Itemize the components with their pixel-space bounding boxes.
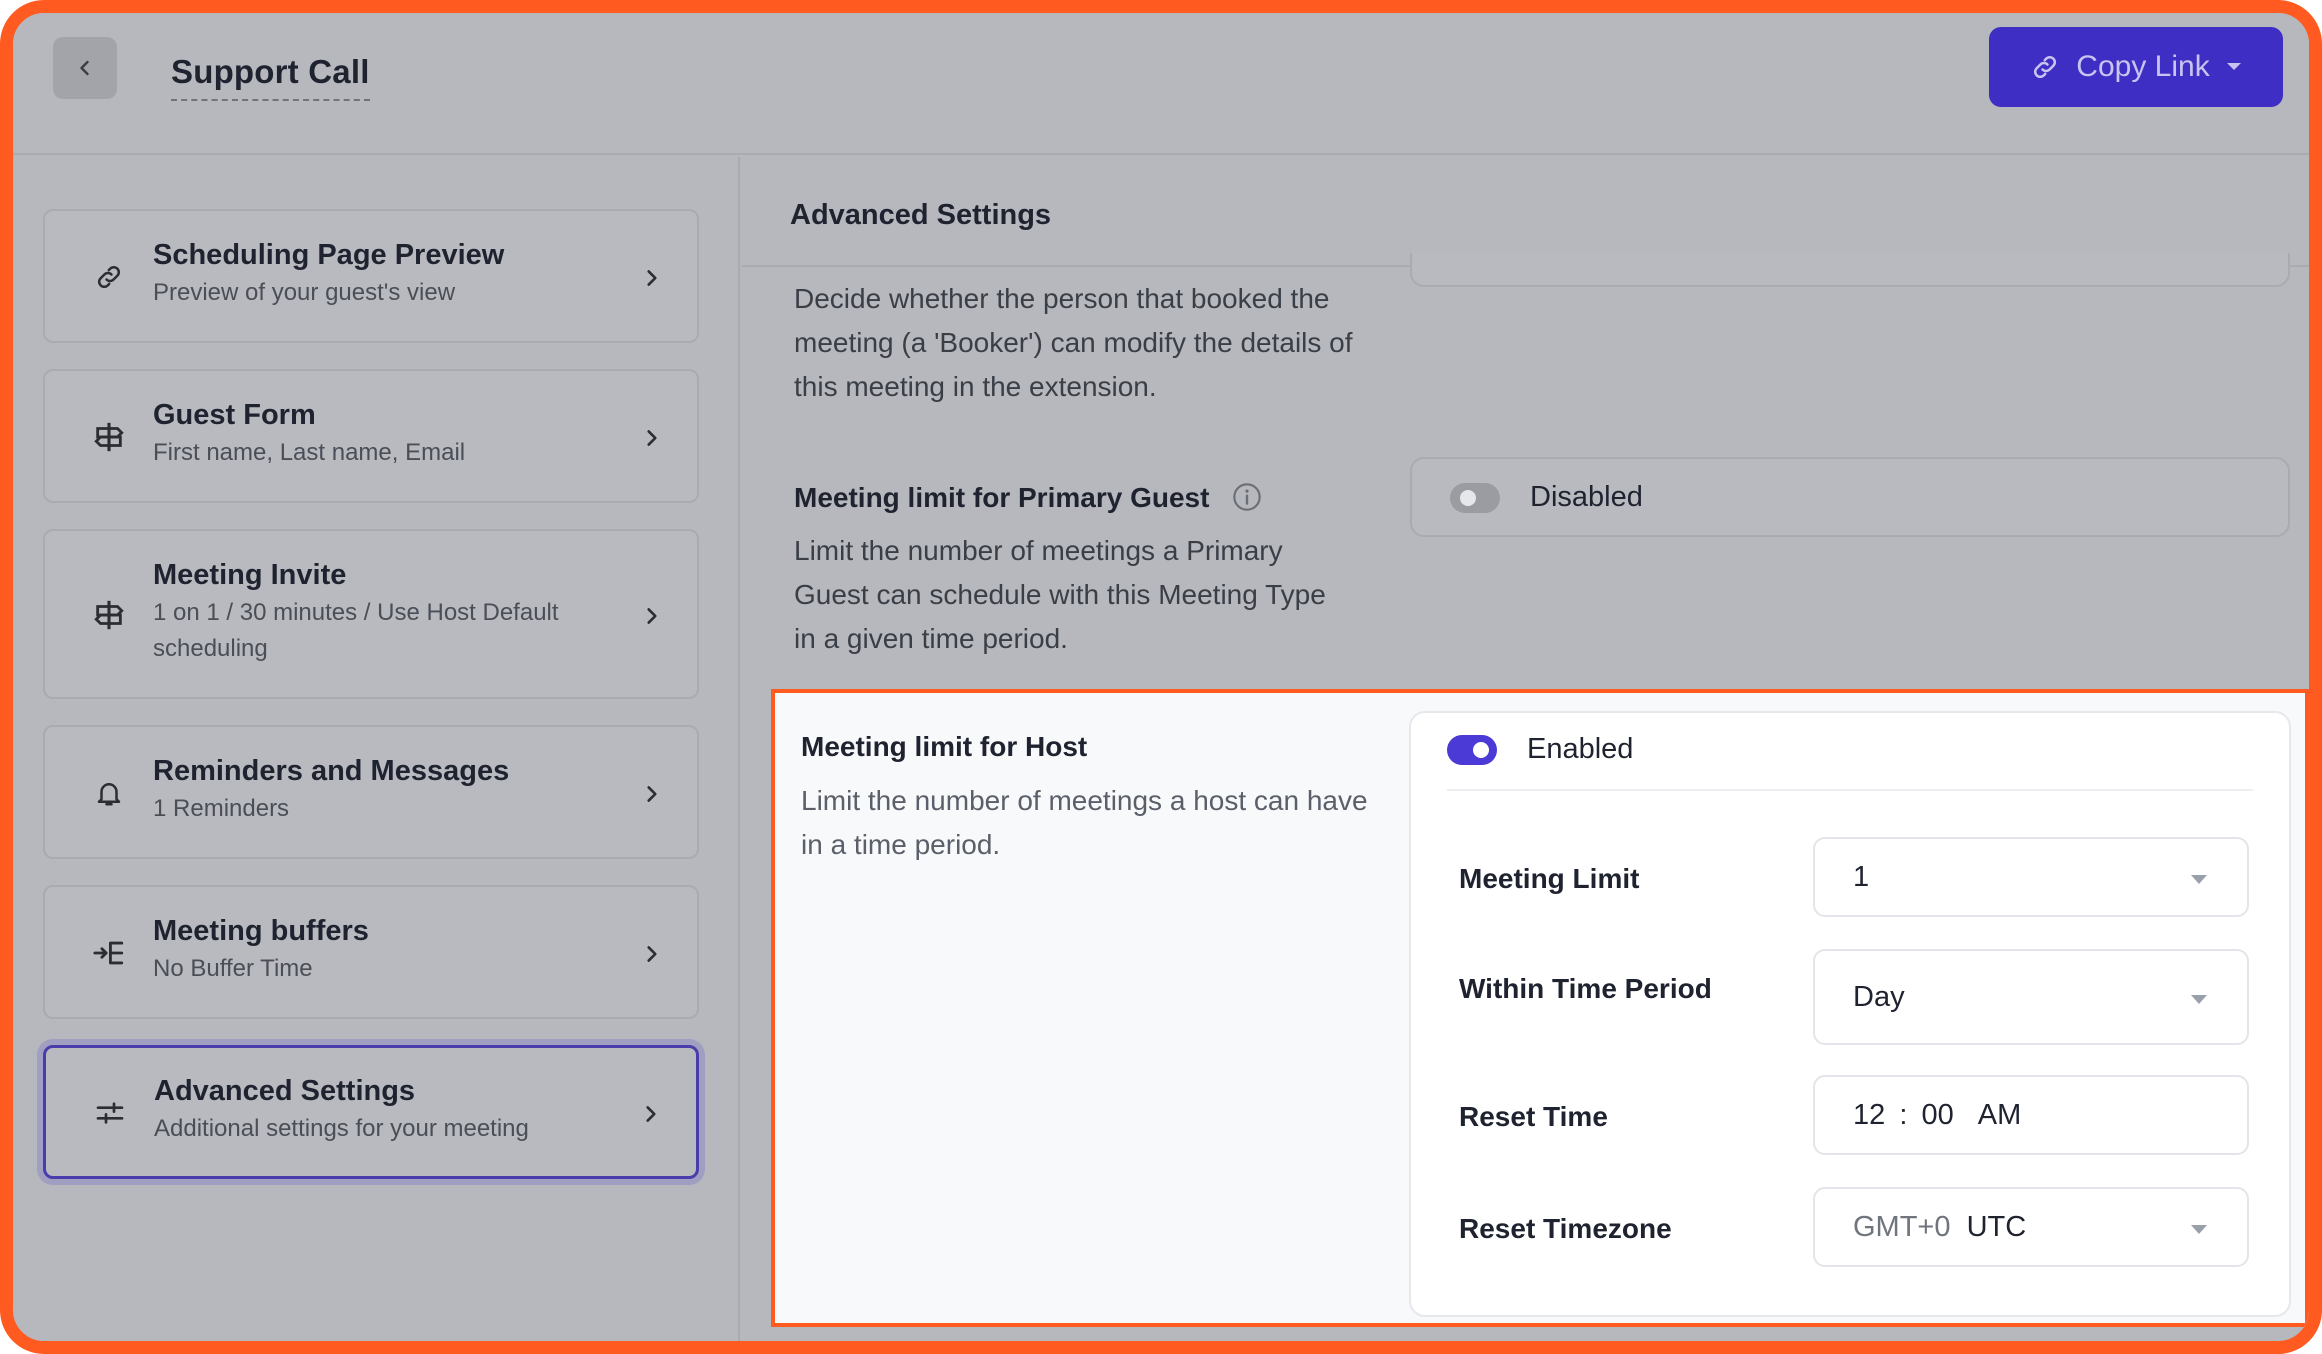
reset-time-value: 12 : 00 AM [1853,1099,2021,1132]
info-icon[interactable] [1231,481,1263,513]
reset-ampm[interactable]: AM [1978,1099,2022,1131]
divider [1447,789,2253,791]
buffer-icon [89,933,129,973]
host-limit-panel: Enabled Meeting Limit 1 Within Time Peri… [1409,711,2291,1317]
meeting-limit-value: 1 [1853,861,1870,893]
primary-guest-limit-description: Limit the number of meetings a Primary G… [794,535,1326,654]
chevron-left-icon [80,60,89,76]
time-period-label: Within Time Period [1459,973,1712,1004]
page-title[interactable]: Support Call [171,53,370,101]
sidebar-item-title: Advanced Settings [154,1075,416,1107]
top-header: Support Call Copy Link [13,13,2309,155]
booker-toggle-box [1410,253,2290,287]
chevron-right-icon [647,946,657,962]
sidebar-item-meeting-buffers[interactable]: Meeting buffers No Buffer Time [43,885,699,1019]
link-icon [89,257,129,297]
sidebar-item-title: Reminders and Messages [153,755,510,787]
host-limit-toggle[interactable] [1447,735,1497,765]
sliders-icon [90,1093,130,1133]
sidebar-item-subtitle: 1 Reminders [153,795,290,822]
chevron-right-icon [647,430,657,446]
host-limit-section: Meeting limit for Host Limit the number … [771,689,2309,1327]
booker-description: Decide whether the person that booked th… [794,283,1353,402]
meeting-limit-select[interactable]: 1 [1813,837,2249,917]
reset-time-label: Reset Time [1459,1101,1608,1132]
primary-guest-limit-label: Meeting limit for Primary Guest [794,482,1210,513]
primary-guest-toggle-row[interactable]: Disabled [1410,457,2290,537]
sidebar-item-title: Meeting Invite [153,559,347,591]
reset-timezone-label: Reset Timezone [1459,1213,1672,1244]
primary-guest-status: Disabled [1530,481,1643,513]
time-period-value: Day [1853,981,1905,1013]
meeting-limit-label: Meeting Limit [1459,863,1640,894]
chevron-right-icon [646,1106,656,1122]
link-icon [2034,55,2057,79]
settings-sidebar: Scheduling Page Preview Preview of your … [13,157,740,1341]
chevron-right-icon [647,270,657,286]
app-window: Support Call Copy Link Scheduling Page P… [0,0,2322,1354]
reset-minute[interactable]: 00 [1921,1099,1953,1131]
sidebar-item-subtitle: Additional settings for your meeting [154,1115,529,1142]
time-period-select[interactable]: Day [1813,949,2249,1045]
sidebar-item-title: Meeting buffers [153,915,369,947]
sidebar-item-title: Scheduling Page Preview [153,239,505,271]
chevron-right-icon [647,608,657,624]
reset-hour[interactable]: 12 [1853,1099,1885,1131]
host-limit-status: Enabled [1527,733,1634,765]
sidebar-item-subtitle: First name, Last name, Email [153,439,466,466]
sidebar-item-scheduling-page-preview[interactable]: Scheduling Page Preview Preview of your … [43,209,699,343]
reset-separator: : [1899,1099,1908,1131]
caret-down-icon [2226,63,2241,70]
sidebar-item-meeting-invite[interactable]: Meeting Invite 1 on 1 / 30 minutes / Use… [43,529,699,699]
reset-timezone-value: GMT+0 UTC [1853,1211,2026,1244]
section-title: Advanced Settings [790,199,1052,231]
copy-link-button[interactable]: Copy Link [1989,27,2283,107]
sidebar-item-advanced-settings[interactable]: Advanced Settings Additional settings fo… [43,1045,699,1179]
sidebar-item-reminders[interactable]: Reminders and Messages 1 Reminders [43,725,699,859]
chevron-right-icon [647,786,657,802]
primary-guest-limit-title: Meeting limit for Primary Guest [794,481,1263,514]
copy-link-label: Copy Link [2076,50,2210,83]
host-limit-description: Limit the number of meetings a host can … [801,785,1368,860]
back-button[interactable] [53,37,117,99]
caret-down-icon [2191,995,2207,1004]
sidebar-item-subtitle: Preview of your guest's view [153,279,456,306]
sidebar-item-subtitle: 1 on 1 / 30 minutes / Use Host Default s… [153,599,559,662]
reset-timezone-select[interactable]: GMT+0 UTC [1813,1187,2249,1267]
caret-down-icon [2191,1225,2207,1234]
signpost-icon [89,417,129,457]
sidebar-item-guest-form[interactable]: Guest Form First name, Last name, Email [43,369,699,503]
caret-down-icon [2191,875,2207,884]
sidebar-item-subtitle: No Buffer Time [153,955,313,982]
sidebar-item-title: Guest Form [153,399,316,431]
reset-time-input[interactable]: 12 : 00 AM [1813,1075,2249,1155]
timezone-name: UTC [1966,1211,2027,1243]
signpost-icon [89,595,129,635]
section-header: Advanced Settings [742,157,2309,267]
timezone-offset: GMT+0 [1853,1211,1951,1243]
host-limit-title: Meeting limit for Host [801,731,1088,762]
bell-icon [89,773,129,813]
primary-guest-toggle[interactable] [1450,483,1500,513]
